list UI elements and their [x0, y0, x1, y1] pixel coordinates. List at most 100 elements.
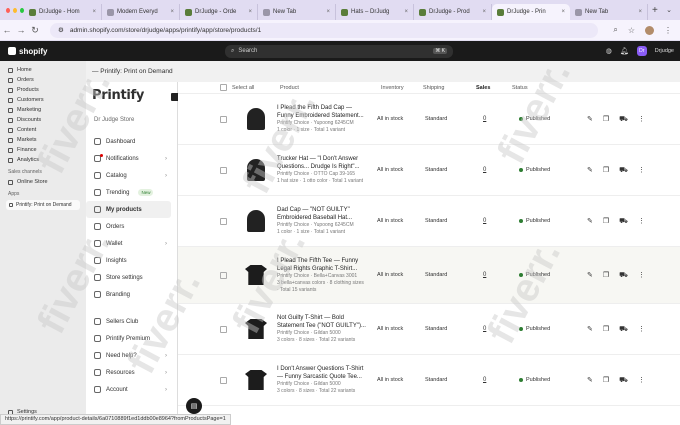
browser-tab[interactable]: Hats – DrJudg × [336, 4, 414, 20]
close-tab-icon[interactable]: × [482, 9, 486, 15]
edit-icon[interactable]: ✎ [587, 376, 593, 385]
product-title[interactable]: Trucker Hat — "I Don't Answer [277, 155, 377, 163]
product-thumbnail[interactable] [243, 367, 269, 393]
close-tab-icon[interactable]: × [92, 9, 96, 15]
product-title[interactable]: I Plead the Fifth Dad Cap — [277, 104, 377, 112]
browser-tab[interactable]: New Tab × [258, 4, 336, 20]
profile-avatar[interactable] [645, 25, 654, 35]
store-name[interactable]: Dr Judge Store [86, 103, 177, 133]
product-title[interactable]: Embroidered Baseball Hat... [277, 214, 377, 222]
copy-icon[interactable]: ❐ [603, 115, 609, 124]
product-thumbnail[interactable] [243, 208, 269, 234]
browser-tab[interactable]: DrJudge - Orde × [180, 4, 258, 20]
printify-nav-need-help-[interactable]: Need help? › [86, 347, 177, 364]
more-icon[interactable]: ⋮ [638, 271, 645, 280]
printify-nav-store-settings[interactable]: Store settings [86, 269, 177, 286]
table-row[interactable]: Not Guilty T-Shirt — Bold Statement Tee (… [178, 304, 680, 355]
site-info-icon[interactable]: ⚙ [58, 26, 64, 34]
printify-nav-insights[interactable]: Insights [86, 252, 177, 269]
printify-nav-account[interactable]: Account › [86, 381, 177, 398]
sidebar-item-home[interactable]: Home [0, 65, 86, 75]
sales-link[interactable]: 0 [483, 326, 519, 332]
menu-kebab-icon[interactable]: ⋮ [664, 26, 672, 35]
close-tab-icon[interactable]: × [561, 9, 565, 15]
basket-icon[interactable]: ⛟ [619, 376, 628, 385]
edit-icon[interactable]: ✎ [587, 271, 593, 280]
more-icon[interactable]: ⋮ [638, 376, 645, 385]
sidebar-item-content[interactable]: Content [0, 125, 86, 135]
copy-icon[interactable]: ❐ [603, 325, 609, 334]
row-checkbox[interactable] [220, 325, 227, 333]
sales-link[interactable]: 0 [483, 272, 519, 278]
copy-icon[interactable]: ❐ [603, 166, 609, 175]
user-avatar[interactable]: Dr [636, 46, 647, 56]
basket-icon[interactable]: ⛟ [619, 166, 628, 175]
product-title[interactable]: Funny Embroidered Statement... [277, 112, 377, 120]
sales-link[interactable]: 0 [483, 116, 519, 122]
printify-nav-dashboard[interactable]: Dashboard [86, 133, 177, 150]
product-title[interactable]: Questions... Drudge Is Right"... [277, 163, 377, 171]
shopify-logo[interactable]: shopify [0, 47, 225, 56]
more-icon[interactable]: ⋮ [638, 217, 645, 226]
copy-icon[interactable]: ❐ [603, 217, 609, 226]
product-title[interactable]: Legal Rights Graphic T-Shirt... [277, 265, 377, 273]
close-tab-icon[interactable]: × [170, 9, 174, 15]
table-row[interactable]: Dad Cap — "NOT GUILTY" Embroidered Baseba… [178, 196, 680, 247]
product-title[interactable]: Not Guilty T-Shirt — Bold [277, 314, 377, 322]
printify-nav-printify-premium[interactable]: Printify Premium [86, 330, 177, 347]
zoom-icon[interactable]: ⌕ [613, 25, 617, 35]
product-thumbnail[interactable] [243, 106, 269, 132]
copy-icon[interactable]: ❐ [603, 271, 609, 280]
chat-icon[interactable]: ▤ [186, 398, 202, 414]
sidebar-item-markets[interactable]: Markets [0, 135, 86, 145]
minimize-window-button[interactable] [13, 7, 17, 13]
edit-icon[interactable]: ✎ [587, 217, 593, 226]
close-tab-icon[interactable]: × [248, 9, 252, 15]
printify-nav-orders[interactable]: Orders [86, 218, 177, 235]
sidebar-item-printify[interactable]: Printify: Print on Demand [6, 200, 80, 210]
product-title[interactable]: I Don't Answer Questions T-Shirt [277, 365, 377, 373]
browser-tab[interactable]: New Tab × [570, 4, 648, 20]
browser-tab[interactable]: DrJudge - Hom × [24, 4, 102, 20]
close-window-button[interactable] [6, 7, 10, 13]
sidebar-item-finance[interactable]: Finance [0, 145, 86, 155]
browser-tab[interactable]: DrJudge - Prin × [492, 4, 570, 20]
product-title[interactable]: Statement Tee ("NOT GUILTY")... [277, 322, 377, 330]
sidebar-item-online-store[interactable]: Online Store [0, 177, 86, 187]
sidebar-item-customers[interactable]: Customers [0, 95, 86, 105]
sidebar-item-products[interactable]: Products [0, 85, 86, 95]
edit-icon[interactable]: ✎ [587, 115, 593, 124]
product-thumbnail[interactable] [243, 157, 269, 183]
basket-icon[interactable]: ⛟ [619, 115, 628, 124]
url-bar[interactable]: ⚙ admin.shopify.com/store/drjudge/apps/p… [50, 22, 598, 38]
edit-icon[interactable]: ✎ [587, 166, 593, 175]
product-title[interactable]: I Plead The Fifth Tee — Funny [277, 257, 377, 265]
row-checkbox[interactable] [220, 217, 227, 225]
copy-icon[interactable]: ❐ [603, 376, 609, 385]
sales-link[interactable]: 0 [483, 167, 519, 173]
more-icon[interactable]: ⋮ [638, 115, 645, 124]
more-icon[interactable]: ⋮ [638, 325, 645, 334]
sales-link[interactable]: 0 [483, 377, 519, 383]
row-checkbox[interactable] [220, 376, 227, 384]
table-row[interactable]: I Don't Answer Questions T-Shirt — Funny … [178, 355, 680, 406]
header-sales[interactable]: Sales [476, 85, 512, 91]
sidebar-item-marketing[interactable]: Marketing [0, 105, 86, 115]
product-thumbnail[interactable] [243, 316, 269, 342]
reload-icon[interactable]: ↻ [28, 25, 42, 36]
sidebar-item-orders[interactable]: Orders [0, 75, 86, 85]
basket-icon[interactable]: ⛟ [619, 217, 628, 226]
printify-nav-branding[interactable]: Branding [86, 286, 177, 303]
store-switcher-icon[interactable]: ◍ [606, 47, 612, 55]
select-all-label[interactable]: Select all [232, 85, 280, 91]
table-row[interactable]: Trucker Hat — "I Don't Answer Questions..… [178, 145, 680, 196]
close-tab-icon[interactable]: × [326, 9, 330, 15]
close-tab-icon[interactable]: × [638, 9, 642, 15]
sidebar-item-discounts[interactable]: Discounts [0, 115, 86, 125]
forward-icon[interactable]: → [14, 25, 28, 35]
row-checkbox[interactable] [220, 115, 227, 123]
printify-nav-notifications[interactable]: Notifications › [86, 150, 177, 167]
printify-nav-resources[interactable]: Resources › [86, 364, 177, 381]
table-row[interactable]: I Plead the Fifth Dad Cap — Funny Embroid… [178, 94, 680, 145]
search-input[interactable]: ⌕ Search ⌘ K [225, 44, 453, 58]
